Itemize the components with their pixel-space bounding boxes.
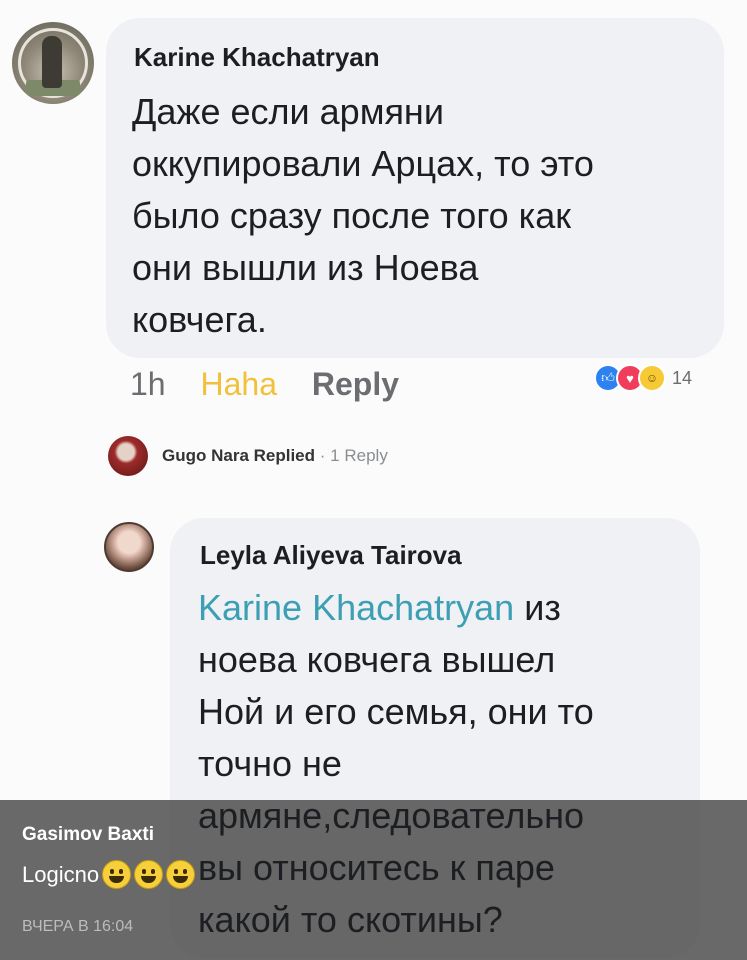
replies-link[interactable]: Gugo Nara Replied · 1 Reply xyxy=(108,436,388,476)
leyla-avatar[interactable] xyxy=(104,522,154,572)
reaction-count: 14 xyxy=(672,367,693,388)
gugo-avatar xyxy=(108,436,148,476)
comment-line: из xyxy=(514,587,561,628)
reactions-summary[interactable]: 👍︎ ♥ ☺ 14 xyxy=(594,364,692,392)
overlay-sender-name[interactable]: Gasimov Baxti xyxy=(22,824,154,846)
reaction-button[interactable]: Haha xyxy=(200,366,277,402)
comment-line: точно не xyxy=(198,743,342,784)
comment-text: Karine Khachatryan из ноева ковчега выше… xyxy=(198,582,698,946)
mention-link[interactable]: Karine Khachatryan xyxy=(198,587,514,628)
comment-line: Ной и его семья, они то xyxy=(198,691,594,732)
comment-actions: 1h Haha Reply xyxy=(130,366,425,403)
karine-avatar[interactable] xyxy=(12,22,94,104)
comment-line: они вышли из Ноева xyxy=(132,247,479,288)
overlay-message-text: Logicno xyxy=(22,861,100,887)
comment-line: было сразу после того как xyxy=(132,195,571,236)
comment-line: ноева ковчега вышел xyxy=(198,639,556,680)
comment-text: Даже если армяни оккупировали Арцах, то … xyxy=(132,86,712,346)
haha-icon: ☺ xyxy=(638,364,666,392)
comment-line: вы относитесь к паре xyxy=(198,847,555,888)
comment-line: армяне,следовательно xyxy=(198,795,584,836)
grinning-face-icon xyxy=(102,860,132,889)
comment-line: ковчега. xyxy=(132,299,267,340)
grinning-face-icon xyxy=(134,860,164,889)
comment-author[interactable]: Karine Khachatryan xyxy=(134,42,380,73)
comment-line: оккупировали Арцах, то это xyxy=(132,143,594,184)
separator-dot: · xyxy=(319,446,326,465)
comment-line: Даже если армяни xyxy=(132,91,444,132)
grinning-face-icon xyxy=(166,860,196,889)
overlay-message: Logicno xyxy=(22,860,196,889)
overlay-timestamp: ВЧЕРА В 16:04 xyxy=(22,918,134,935)
comment-line: какой то скотины? xyxy=(198,899,503,940)
avatar-monument-figure xyxy=(42,36,62,88)
comment-timestamp[interactable]: 1h xyxy=(130,366,166,402)
comment-author[interactable]: Leyla Aliyeva Tairova xyxy=(200,540,462,571)
reply-count: 1 Reply xyxy=(330,446,388,465)
reply-button[interactable]: Reply xyxy=(312,366,399,402)
replied-text: Gugo Nara Replied xyxy=(162,446,316,465)
